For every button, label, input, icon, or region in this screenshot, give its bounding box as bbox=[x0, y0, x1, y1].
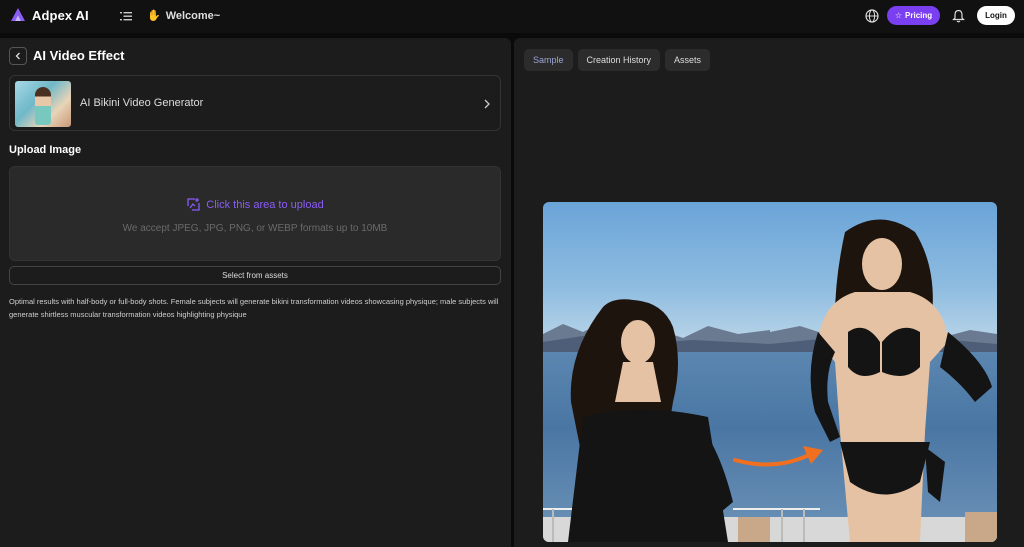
sample-before bbox=[543, 202, 770, 542]
top-bar: Adpex AI ✋ Welcome~ ☆ Pricing Login bbox=[0, 0, 1024, 33]
sample-image bbox=[543, 202, 997, 542]
upload-area[interactable]: Click this area to upload We accept JPEG… bbox=[9, 166, 501, 261]
upload-icon bbox=[187, 198, 200, 211]
tab-assets[interactable]: Assets bbox=[665, 49, 711, 71]
back-button[interactable] bbox=[9, 47, 27, 65]
back-icon bbox=[15, 52, 20, 60]
welcome-text: Welcome~ bbox=[165, 9, 221, 22]
logo[interactable]: Adpex AI bbox=[10, 7, 89, 23]
pricing-label: Pricing bbox=[905, 11, 933, 20]
left-panel: AI Video Effect AI Bikini Video Generato… bbox=[0, 38, 511, 547]
logo-text: Adpex AI bbox=[32, 7, 89, 23]
page-title: AI Video Effect bbox=[33, 48, 125, 63]
globe-icon[interactable] bbox=[865, 9, 879, 23]
sample-after bbox=[770, 202, 997, 542]
select-from-assets-button[interactable]: Select from assets bbox=[9, 266, 501, 285]
tab-sample[interactable]: Sample bbox=[524, 49, 573, 71]
person-after bbox=[810, 219, 992, 542]
effect-selector[interactable]: AI Bikini Video Generator bbox=[9, 75, 501, 131]
login-button[interactable]: Login bbox=[977, 6, 1015, 25]
upload-cta: Click this area to upload bbox=[10, 197, 500, 212]
tab-creation-history[interactable]: Creation History bbox=[577, 49, 661, 71]
tip-text: Optimal results with half-body or full-b… bbox=[9, 297, 499, 319]
chevron-right-icon bbox=[484, 99, 490, 109]
effect-name: AI Bikini Video Generator bbox=[80, 97, 204, 109]
welcome-greeting: ✋ Welcome~ bbox=[147, 9, 221, 23]
effect-thumbnail bbox=[15, 81, 71, 127]
upload-label: Upload Image bbox=[9, 144, 82, 156]
wave-icon: ✋ bbox=[147, 10, 161, 22]
logo-icon bbox=[11, 8, 25, 21]
thumbnail-figure bbox=[35, 87, 51, 125]
upload-hint: We accept JPEG, JPG, PNG, or WEBP format… bbox=[122, 223, 388, 234]
upload-cta-text: Click this area to upload bbox=[206, 198, 324, 211]
menu-icon[interactable] bbox=[120, 10, 132, 22]
person-before bbox=[568, 299, 733, 542]
star-icon: ☆ bbox=[894, 11, 903, 20]
right-panel: Sample Creation History Assets bbox=[514, 38, 1024, 547]
tab-bar: Sample Creation History Assets bbox=[524, 49, 711, 71]
pricing-button[interactable]: ☆ Pricing bbox=[887, 6, 940, 25]
arrow-icon bbox=[733, 446, 823, 467]
bell-icon[interactable] bbox=[952, 9, 965, 23]
